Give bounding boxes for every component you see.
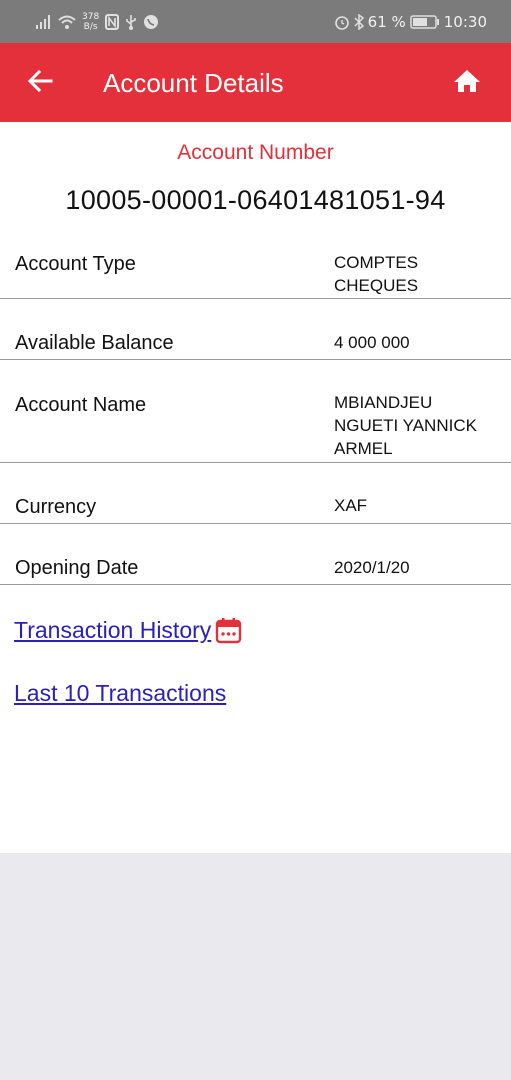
whatsapp-icon [143, 14, 159, 30]
usb-icon [125, 14, 137, 30]
network-speed-value: 378 [82, 12, 100, 22]
bluetooth-icon [354, 14, 364, 30]
alarm-icon [334, 14, 350, 30]
home-icon [453, 69, 481, 98]
network-speed: 378 B/s [82, 12, 99, 32]
available-balance-value: 4 000 000 [334, 333, 410, 352]
back-button[interactable] [22, 65, 58, 101]
account-name-label: Account Name [15, 394, 147, 416]
divider [0, 298, 511, 299]
account-type-label: Account Type [15, 253, 136, 275]
status-bar: 378 B/s 61 % 10:30 [0, 0, 511, 43]
account-type-value: COMPTES CHEQUES [334, 253, 419, 295]
network-speed-unit: B/s [83, 22, 98, 32]
transaction-history-label: Transaction History [14, 617, 212, 643]
arrow-left-icon [27, 69, 53, 97]
available-balance-label: Available Balance [15, 332, 174, 354]
currency-value: XAF [334, 496, 368, 515]
opening-date-label: Opening Date [15, 557, 139, 579]
app-bar: Account Details [0, 43, 511, 122]
home-button[interactable] [449, 65, 485, 101]
divider [0, 584, 511, 585]
divider [0, 523, 511, 524]
account-number: 10005-00001-06401481051-94 [65, 185, 446, 215]
account-name-value: MBIANDJEU NGUETI YANNICK ARMEL [334, 393, 477, 458]
calendar-icon[interactable] [215, 617, 242, 644]
transaction-history-link[interactable]: Transaction History [14, 617, 242, 644]
wifi-icon [58, 15, 76, 29]
opening-date-value: 2020/1/20 [334, 558, 410, 577]
signal-icon [36, 15, 52, 29]
divider [0, 462, 511, 463]
battery-icon [410, 15, 440, 29]
last-10-transactions-link[interactable]: Last 10 Transactions [14, 680, 226, 707]
clock: 10:30 [443, 13, 487, 31]
divider [0, 359, 511, 360]
account-number-label: Account Number [177, 141, 334, 164]
currency-label: Currency [15, 496, 97, 518]
nfc-icon [105, 14, 120, 30]
battery-percent: 61 % [367, 13, 406, 31]
page-title: Account Details [103, 68, 284, 98]
account-details-card: Account Number 10005-00001-06401481051-9… [0, 122, 511, 853]
